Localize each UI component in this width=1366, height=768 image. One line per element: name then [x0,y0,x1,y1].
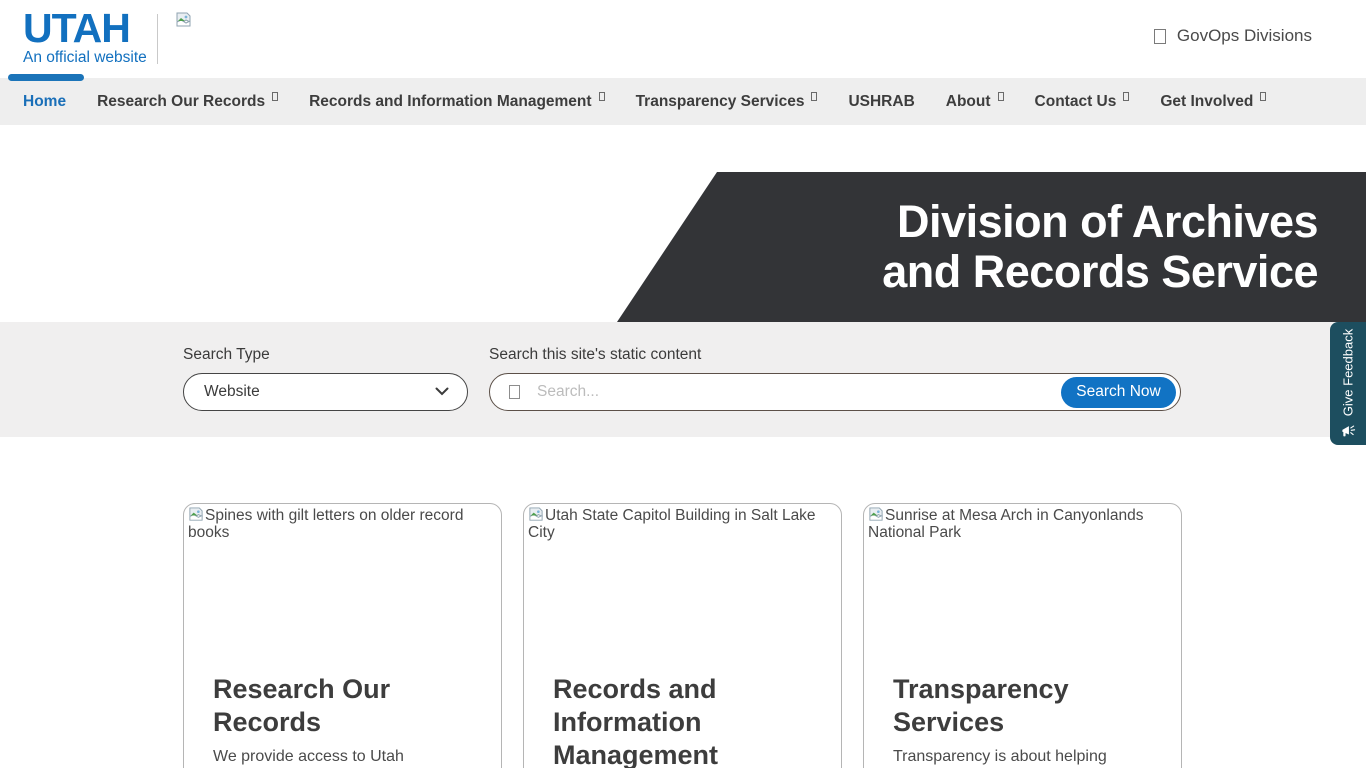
card-description: We provide access to Utah governmental e… [213,748,404,765]
nav-item-label: Get Involved [1160,92,1254,110]
utah-logo-title: UTAH [23,5,131,51]
search-input[interactable] [520,383,1061,401]
nav-item-label: Contact Us [1034,92,1117,110]
search-type-label: Search Type [183,346,270,363]
agency-logo-broken-image-icon [175,12,192,34]
govops-divisions-link[interactable]: GovOps Divisions [1153,26,1312,46]
card-image-alt-text: Sunrise at Mesa Arch in Canyonlands Nati… [868,507,1144,541]
card-image-broken: Sunrise at Mesa Arch in Canyonlands Nati… [864,504,1181,661]
site-header: UTAH An official website GovOps Division… [0,0,1366,78]
chevron-down-icon [435,383,449,401]
main-nav: Home Research Our Records Records and In… [0,78,1366,125]
give-feedback-label: Give Feedback [1340,328,1356,416]
hero-banner: Division of Archives and Records Service [617,172,1366,322]
page-title: Division of Archives and Records Service [882,196,1318,297]
caret-placeholder-icon [598,92,605,101]
nav-item-about[interactable]: About [945,92,1004,111]
nav-item-contact-us[interactable]: Contact Us [1034,92,1130,111]
nav-item-get-involved[interactable]: Get Involved [1160,92,1267,111]
govops-placeholder-icon [1153,28,1166,44]
broken-image-icon [529,507,543,521]
feature-cards: Spines with gilt letters on older record… [183,503,1182,768]
card-records-information-management[interactable]: Utah State Capitol Building in Salt Lake… [523,503,842,768]
page: UTAH An official website GovOps Division… [0,0,1366,768]
card-research-our-records[interactable]: Spines with gilt letters on older record… [183,503,502,768]
card-title: Records and Information Management [553,674,719,768]
search-section: Search Type Website Search this site's s… [0,322,1366,437]
search-type-value: Website [204,383,260,400]
caret-placeholder-icon [811,92,818,101]
nav-item-records-information-management[interactable]: Records and Information Management [309,92,605,111]
nav-item-label: Home [23,92,67,110]
nav-item-label: USHRAB [848,92,915,110]
caret-placeholder-icon [1260,92,1267,101]
utah-logo-subtitle: An official website [23,49,147,66]
search-placeholder-icon [509,385,520,399]
govops-label: GovOps Divisions [1176,26,1312,45]
card-title: Transparency Services [893,674,1069,737]
nav-item-label: About [945,92,991,110]
broken-image-icon [869,507,883,521]
site-search: Search Now [489,373,1181,411]
nav-item-transparency-services[interactable]: Transparency Services [635,92,818,111]
nav-item-label: Transparency Services [635,92,805,110]
header-divider [157,14,158,64]
utah-logo[interactable]: UTAH An official website [23,8,157,67]
card-image-alt-text: Utah State Capitol Building in Salt Lake… [528,507,816,541]
card-title: Research Our Records [213,674,391,737]
nav-item-label: Research Our Records [97,92,266,110]
nav-item-home[interactable]: Home [23,93,66,111]
search-content-label: Search this site's static content [489,346,702,363]
active-tab-indicator [8,74,84,81]
megaphone-icon [1342,425,1356,436]
card-image-alt-text: Spines with gilt letters on older record… [188,507,464,541]
search-now-button[interactable]: Search Now [1061,376,1176,408]
search-type-select[interactable]: Website [183,373,468,411]
card-image-broken: Spines with gilt letters on older record… [184,504,501,661]
nav-item-label: Records and Information Management [309,92,592,110]
nav-item-ushrab[interactable]: USHRAB [848,93,914,111]
nav-item-research-our-records[interactable]: Research Our Records [97,92,279,111]
card-image-broken: Utah State Capitol Building in Salt Lake… [524,504,841,661]
give-feedback-button[interactable]: Give Feedback [1330,322,1366,445]
caret-placeholder-icon [272,92,279,101]
caret-placeholder-icon [1123,92,1130,101]
card-transparency-services[interactable]: Sunrise at Mesa Arch in Canyonlands Nati… [863,503,1182,768]
card-description: Transparency is about helping people nav… [893,748,1107,765]
caret-placeholder-icon [997,92,1004,101]
broken-image-icon [189,507,203,521]
